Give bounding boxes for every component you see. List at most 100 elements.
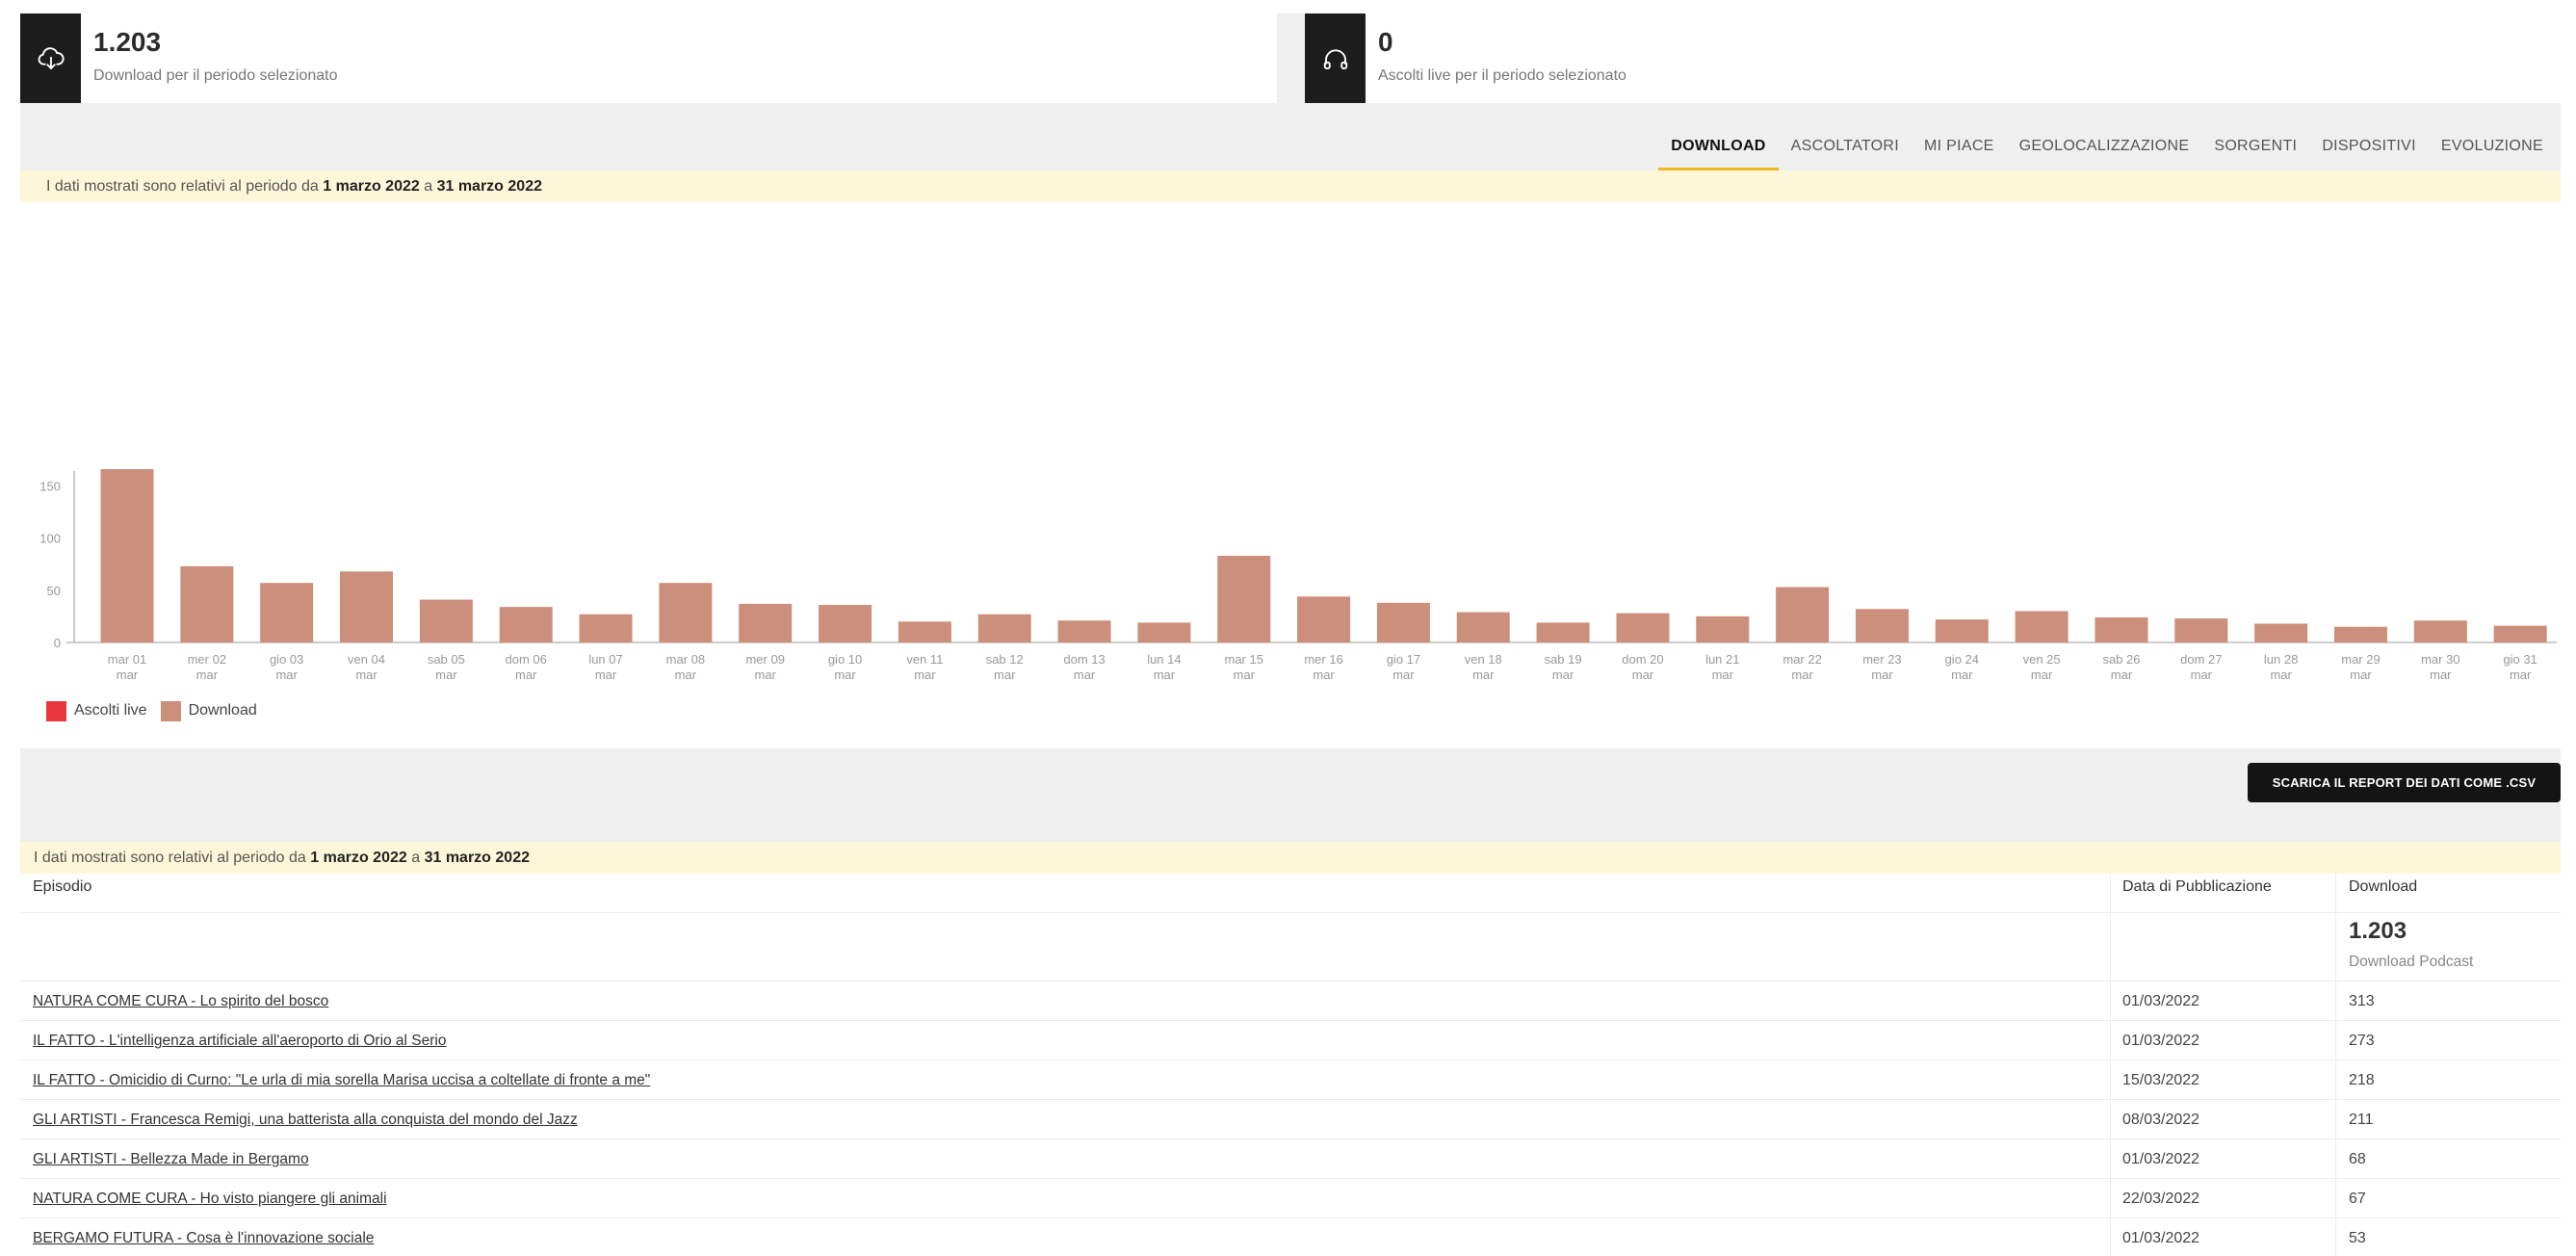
x-tick-sublabel: mar bbox=[1791, 667, 1813, 682]
episode-link[interactable]: IL FATTO - L'intelligenza artificiale al… bbox=[33, 1033, 447, 1050]
chart-bar-download bbox=[579, 614, 633, 642]
episode-link[interactable]: GLI ARTISTI - Bellezza Made in Bergamo bbox=[33, 1151, 309, 1168]
y-tick-label: 100 bbox=[39, 532, 61, 546]
legend-swatch-live bbox=[46, 700, 66, 721]
table-row: IL FATTO - L'intelligenza artificiale al… bbox=[20, 1020, 2561, 1060]
cards-gap bbox=[1277, 13, 1305, 103]
episode-link[interactable]: NATURA COME CURA - Ho visto piangere gli… bbox=[33, 1191, 387, 1208]
chart-bar-download bbox=[977, 614, 1031, 642]
episode-downloads: 68 bbox=[2349, 1151, 2366, 1167]
x-tick-sublabel: mar bbox=[2430, 667, 2452, 682]
x-tick-sublabel: mar bbox=[1313, 667, 1335, 682]
chart-bar-download bbox=[1217, 556, 1271, 642]
legend-label-live[interactable]: Ascolti live bbox=[74, 702, 147, 720]
table-row: IL FATTO - Omicidio di Curno: "Le urla d… bbox=[20, 1060, 2561, 1099]
x-tick-label: sab 26 bbox=[2102, 652, 2140, 667]
cloud-download-icon bbox=[20, 13, 81, 103]
episode-link[interactable]: IL FATTO - Omicidio di Curno: "Le urla d… bbox=[33, 1072, 650, 1089]
episode-downloads: 313 bbox=[2349, 993, 2375, 1009]
x-tick-label: mar 22 bbox=[1782, 652, 1821, 667]
x-tick-sublabel: mar bbox=[1712, 667, 1734, 682]
x-tick-label: lun 07 bbox=[588, 652, 622, 667]
y-tick-label: 150 bbox=[39, 479, 61, 493]
x-tick-label: lun 21 bbox=[1705, 652, 1739, 667]
x-tick-label: lun 14 bbox=[1147, 652, 1181, 667]
episode-link[interactable]: NATURA COME CURA - Lo spirito del bosco bbox=[33, 993, 328, 1010]
tab-mi-piace[interactable]: MI PIACE bbox=[1912, 133, 2007, 171]
table-row: BERGAMO FUTURA - Cosa è l'innovazione so… bbox=[20, 1217, 2561, 1256]
x-tick-sublabel: mar bbox=[595, 667, 617, 682]
chart-bar-download bbox=[1456, 612, 1510, 642]
chart-bar-download bbox=[419, 599, 473, 642]
download-csv-button[interactable]: SCARICA IL REPORT DEI DATI COME .CSV bbox=[2248, 763, 2561, 802]
chart-bar-download bbox=[100, 469, 154, 642]
chart-bar-download bbox=[2174, 618, 2228, 642]
y-tick-label: 50 bbox=[47, 584, 61, 598]
x-tick-label: ven 04 bbox=[348, 652, 385, 667]
x-tick-sublabel: mar bbox=[2031, 667, 2053, 682]
column-header-episode: Episodio bbox=[33, 878, 92, 895]
x-tick-sublabel: mar bbox=[1552, 667, 1574, 682]
live-total-value: 0 bbox=[1378, 27, 1393, 57]
table-row: NATURA COME CURA - Lo spirito del bosco … bbox=[20, 981, 2561, 1020]
x-tick-label: gio 17 bbox=[1387, 652, 1420, 667]
chart-bar-download bbox=[2015, 611, 2069, 642]
tab-ascoltatori[interactable]: ASCOLTATORI bbox=[1779, 133, 1912, 171]
podcast-total-label: Download Podcast bbox=[2349, 954, 2474, 970]
x-tick-sublabel: mar bbox=[834, 667, 856, 682]
x-tick-label: ven 25 bbox=[2023, 652, 2061, 667]
episode-link[interactable]: GLI ARTISTI - Francesca Remigi, una batt… bbox=[33, 1112, 578, 1129]
x-tick-label: sab 05 bbox=[428, 652, 465, 667]
x-tick-sublabel: mar bbox=[1871, 667, 1893, 682]
chart-bar-download bbox=[2493, 625, 2547, 642]
chart-bar-download bbox=[659, 583, 713, 642]
headphones-icon bbox=[1305, 13, 1366, 103]
chart-legend: Ascolti live Download bbox=[46, 700, 257, 721]
chart-bar-download bbox=[1855, 609, 1909, 642]
chart-bar-download bbox=[1696, 615, 1750, 642]
episode-date: 08/03/2022 bbox=[2122, 1112, 2200, 1128]
chart-bar-download bbox=[1616, 613, 1670, 642]
table-period-end-date: 31 marzo 2022 bbox=[424, 849, 530, 866]
column-header-date: Data di Pubblicazione bbox=[2122, 878, 2272, 895]
x-tick-sublabel: mar bbox=[2270, 667, 2292, 682]
x-tick-sublabel: mar bbox=[515, 667, 537, 682]
downloads-stat-card: 1.203 Download per il periodo selezionat… bbox=[20, 13, 1277, 103]
podcast-total-downloads: 1.203 bbox=[2349, 918, 2407, 944]
chart-bar-download bbox=[1536, 622, 1590, 642]
x-tick-sublabel: mar bbox=[196, 667, 219, 682]
episode-date: 22/03/2022 bbox=[2122, 1191, 2200, 1207]
chart-bar-download bbox=[1376, 602, 1430, 642]
live-total-label: Ascolti live per il periodo selezionato bbox=[1378, 67, 1626, 84]
chart-bar-download bbox=[739, 603, 793, 642]
column-header-downloads: Download bbox=[2349, 878, 2418, 895]
tab-download[interactable]: DOWNLOAD bbox=[1658, 133, 1779, 171]
x-tick-sublabel: mar bbox=[1234, 667, 1256, 682]
header-divider bbox=[20, 912, 2561, 913]
tab-geolocalizzazione[interactable]: GEOLOCALIZZAZIONE bbox=[2007, 133, 2202, 171]
table-notice-prefix: I dati mostrati sono relativi al periodo… bbox=[34, 849, 311, 866]
x-tick-sublabel: mar bbox=[675, 667, 697, 682]
episode-downloads: 218 bbox=[2349, 1072, 2375, 1088]
x-tick-label: mer 16 bbox=[1304, 652, 1342, 667]
toolbar-background-band bbox=[20, 748, 2561, 842]
x-tick-sublabel: mar bbox=[2191, 667, 2213, 682]
x-tick-label: mar 15 bbox=[1225, 652, 1263, 667]
x-tick-label: mer 23 bbox=[1862, 652, 1901, 667]
period-end-date: 31 marzo 2022 bbox=[436, 177, 542, 195]
tab-sorgenti[interactable]: SORGENTI bbox=[2201, 133, 2309, 171]
chart-bar-download bbox=[2333, 626, 2387, 642]
table-row: GLI ARTISTI - Bellezza Made in Bergamo 0… bbox=[20, 1138, 2561, 1178]
x-tick-sublabel: mar bbox=[275, 667, 298, 682]
table-period-start-date: 1 marzo 2022 bbox=[310, 849, 407, 866]
episode-link[interactable]: BERGAMO FUTURA - Cosa è l'innovazione so… bbox=[33, 1230, 374, 1247]
x-tick-label: mer 02 bbox=[188, 652, 226, 667]
episode-date: 15/03/2022 bbox=[2122, 1072, 2200, 1088]
tab-dispositivi[interactable]: DISPOSITIVI bbox=[2309, 133, 2429, 171]
tab-evoluzione[interactable]: EVOLUZIONE bbox=[2429, 133, 2556, 171]
x-tick-label: ven 18 bbox=[1465, 652, 1502, 667]
legend-label-download[interactable]: Download bbox=[189, 702, 257, 720]
table-notice-middle: a bbox=[406, 849, 425, 866]
x-tick-sublabel: mar bbox=[1472, 667, 1495, 682]
chart-bar-download bbox=[2254, 623, 2308, 642]
